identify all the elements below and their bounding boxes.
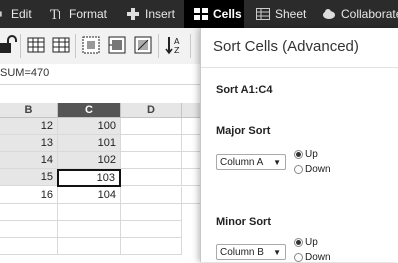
- toolbar-separator: [75, 34, 76, 58]
- menu-collaborate-label: Collaborate: [341, 7, 398, 21]
- cell-b4[interactable]: 15: [0, 169, 58, 186]
- menu-format[interactable]: T Format: [50, 0, 116, 28]
- menu-edit[interactable]: Edit: [0, 0, 38, 28]
- radio-icon: [294, 253, 303, 262]
- insert-column-icon[interactable]: [25, 34, 47, 56]
- menu-edit-label: Edit: [11, 7, 32, 21]
- dialog-divider: [201, 67, 398, 68]
- menu-insert-label: Insert: [145, 7, 176, 21]
- minor-sort-column-select[interactable]: Column B ▼: [216, 244, 286, 260]
- cell-c5[interactable]: 104: [58, 187, 121, 204]
- plus-icon: [127, 8, 139, 20]
- svg-text:T: T: [50, 8, 59, 20]
- column-header-d[interactable]: D: [121, 103, 182, 118]
- menu-cells[interactable]: Cells: [184, 0, 244, 28]
- menu-sheet-label: Sheet: [275, 7, 307, 21]
- minor-sort-select-value: Column B: [220, 247, 264, 258]
- cell-c1[interactable]: 100: [58, 118, 121, 135]
- formula-text: SUM=470: [0, 67, 50, 79]
- cloud-icon: [323, 9, 335, 19]
- lock-icon[interactable]: [0, 34, 18, 56]
- cell-b3[interactable]: 14: [0, 152, 58, 169]
- svg-text:Z: Z: [174, 46, 180, 55]
- major-sort-column-select[interactable]: Column A ▼: [216, 154, 286, 170]
- sort-range-label: Sort A1:C4: [216, 84, 273, 96]
- cell-b1[interactable]: 12: [0, 118, 58, 135]
- pencil-icon: [0, 11, 2, 17]
- major-sort-label: Major Sort: [216, 125, 271, 137]
- cell-d5[interactable]: [121, 187, 182, 204]
- major-sort-down-label: Down: [305, 164, 331, 175]
- menu-collaborate[interactable]: Collaborate: [322, 0, 398, 28]
- cell-c8[interactable]: [58, 238, 121, 255]
- sheet-icon: [256, 8, 270, 20]
- major-sort-select-value: Column A: [220, 157, 264, 168]
- cell-b2[interactable]: 13: [0, 135, 58, 152]
- svg-text:A: A: [174, 37, 180, 46]
- menu-cells-label: Cells: [213, 7, 242, 21]
- minor-sort-down-label: Down: [305, 252, 331, 263]
- major-sort-down-radio[interactable]: Down: [294, 164, 331, 175]
- chevron-down-icon: ▼: [273, 158, 281, 167]
- sort-az-icon[interactable]: AZ: [164, 34, 186, 56]
- chevron-down-icon: ▼: [273, 248, 281, 257]
- column-header-c[interactable]: C: [58, 103, 121, 118]
- sort-cells-dialog: Sort Cells (Advanced) Sort A1:C4 Major S…: [200, 28, 398, 263]
- cell-d8[interactable]: [121, 238, 182, 255]
- cell-d6[interactable]: [121, 204, 182, 221]
- cell-b6[interactable]: [0, 204, 58, 221]
- toolbar-separator: [190, 34, 191, 58]
- minor-sort-up-label: Up: [305, 237, 318, 248]
- menu-insert[interactable]: Insert: [126, 0, 182, 28]
- cell-b8[interactable]: [0, 238, 58, 255]
- cell-b7[interactable]: [0, 221, 58, 238]
- cell-d2[interactable]: [121, 135, 182, 152]
- major-sort-up-radio[interactable]: Up: [294, 149, 318, 160]
- text-format-icon: T: [50, 8, 60, 20]
- cell-c6[interactable]: [58, 204, 121, 221]
- format-cell-icon[interactable]: [132, 34, 154, 56]
- cell-b5[interactable]: 16: [0, 187, 58, 204]
- column-header-b[interactable]: B: [0, 103, 58, 118]
- cell-d3[interactable]: [121, 152, 182, 169]
- menu-bar: Edit T Format Insert Cells Sheet Collabo…: [0, 0, 398, 28]
- cell-d1[interactable]: [121, 118, 182, 135]
- cell-c3[interactable]: 102: [58, 152, 121, 169]
- cell-d7[interactable]: [121, 221, 182, 238]
- minor-sort-label: Minor Sort: [216, 216, 271, 228]
- menu-format-label: Format: [69, 7, 108, 21]
- cell-d4[interactable]: [121, 169, 182, 186]
- toolbar-separator: [158, 34, 159, 58]
- toolbar-separator: [20, 34, 21, 58]
- minor-sort-down-radio[interactable]: Down: [294, 252, 331, 263]
- border-cell-icon[interactable]: [80, 34, 102, 56]
- minor-sort-up-radio[interactable]: Up: [294, 237, 318, 248]
- cell-c2[interactable]: 101: [58, 135, 121, 152]
- radio-selected-icon: [294, 150, 303, 159]
- menu-sheet[interactable]: Sheet: [256, 0, 312, 28]
- major-sort-up-label: Up: [305, 149, 318, 160]
- cell-c4-active[interactable]: 103: [57, 169, 121, 187]
- grid-icon: [194, 8, 208, 20]
- radio-selected-icon: [294, 238, 303, 247]
- cell-c7[interactable]: [58, 221, 121, 238]
- radio-icon: [294, 165, 303, 174]
- dialog-title: Sort Cells (Advanced): [213, 38, 359, 55]
- merge-cells-icon[interactable]: [106, 34, 128, 56]
- delete-column-icon[interactable]: [50, 34, 72, 56]
